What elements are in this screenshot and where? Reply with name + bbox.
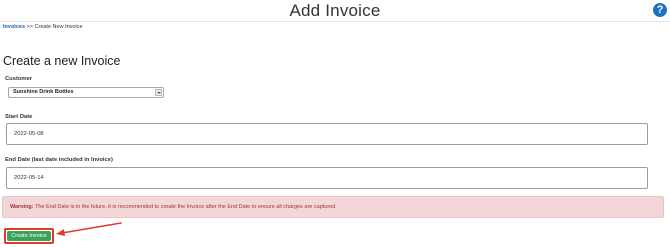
start-date-value: 2022-05-08 [14,131,44,137]
customer-select[interactable]: Sunshine Drink Bottles [8,87,164,98]
header: Add Invoice ? [0,0,670,22]
breadcrumb: Invoices >> Create New Invoice [3,24,83,30]
chevron-down-icon[interactable] [155,89,162,96]
warning-prefix: Warning: [10,204,34,210]
breadcrumb-link-invoices[interactable]: Invoices [3,24,25,30]
end-date-input[interactable]: 2022-05-14 [6,167,648,189]
warning-alert: Warning: The End Date is in the future, … [2,196,664,218]
warning-text: Warning: The End Date is in the future, … [10,204,337,210]
customer-label: Customer [5,76,33,82]
help-icon[interactable]: ? [653,3,667,17]
header-title: Add Invoice [289,1,381,20]
warning-message: The End Date is in the future, it is rec… [35,204,337,210]
customer-select-value: Sunshine Drink Bottles [13,89,74,95]
end-date-value: 2022-05-14 [14,175,44,181]
annotation-arrow-icon [56,222,122,236]
start-date-input[interactable]: 2022-05-08 [6,123,648,145]
create-invoice-button[interactable]: Create Invoice [7,231,51,241]
breadcrumb-current: Create New Invoice [34,24,83,30]
page-title: Create a new Invoice [3,54,121,68]
end-date-label: End Date (last date included in Invoice) [5,157,113,163]
start-date-label: Start Date [5,114,33,120]
page: Add Invoice ? Invoices >> Create New Inv… [0,0,670,247]
breadcrumb-separator: >> [26,24,33,30]
